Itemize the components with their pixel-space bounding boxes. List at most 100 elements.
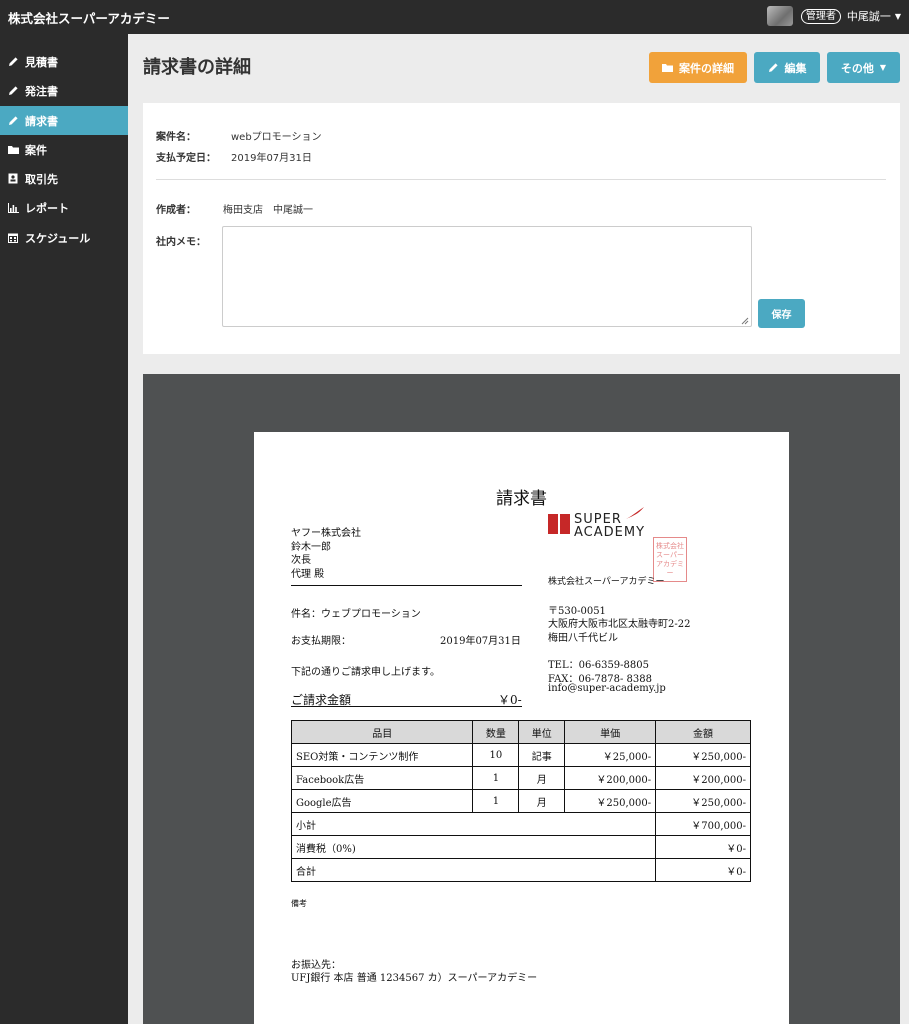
item-unit: 月: [518, 789, 566, 813]
folder-icon: [7, 144, 19, 156]
more-dropdown-button[interactable]: その他 ▼: [827, 52, 900, 83]
issuer-tel: TEL：06-6359-8805: [548, 660, 649, 671]
memo-textarea[interactable]: [222, 226, 752, 327]
sidebar-item-reports[interactable]: レポート: [0, 193, 128, 222]
table-row: Facebook広告 1 月 ￥200,000- ￥200,000-: [290, 766, 751, 790]
tax-value: ￥0-: [655, 835, 751, 859]
recipient-underline: [291, 585, 522, 586]
issuer-address-2: 梅田八千代ビル: [548, 633, 618, 644]
table-header-row: 品目 数量 単位 単価 金額: [290, 720, 751, 744]
sidebar-item-quotes[interactable]: 見積書: [0, 47, 128, 76]
chevron-down-icon[interactable]: ▼: [895, 12, 901, 21]
save-button[interactable]: 保存: [758, 299, 805, 328]
table-row: Google広告 1 月 ￥250,000- ￥250,000-: [290, 789, 751, 813]
invoice-preview: 請求書 ヤフー株式会社 鈴木一郎 次長 代理 殿 件名：ウェブプロモーション お…: [143, 374, 900, 1024]
invoice-document: 請求書 ヤフー株式会社 鈴木一郎 次長 代理 殿 件名：ウェブプロモーション お…: [254, 432, 789, 1024]
more-label: その他: [840, 61, 874, 75]
total-row: 合計 ￥0-: [290, 858, 751, 882]
payment-deadline-value: 2019年07月31日: [440, 636, 521, 647]
sidebar-item-projects[interactable]: 案件: [0, 135, 128, 164]
total-value: ￥0-: [655, 858, 751, 882]
column-header: 品目: [290, 720, 474, 744]
user-menu[interactable]: 管理者 中尾誠一 ▼: [766, 5, 901, 27]
item-name: Facebook広告: [290, 766, 474, 790]
sidebar-item-label: 取引先: [25, 172, 58, 186]
invoice-title: 請求書: [496, 489, 547, 509]
item-qty: 1: [472, 766, 520, 790]
item-price: ￥200,000-: [564, 766, 657, 790]
sidebar-item-label: 見積書: [25, 55, 58, 69]
sidebar-item-label: 案件: [25, 143, 47, 157]
invoice-info-card: 案件名： webプロモーション 支払予定日： 2019年07月31日 作成者： …: [143, 103, 900, 354]
sidebar-item-invoices[interactable]: 請求書: [0, 106, 128, 135]
folder-icon: [662, 63, 673, 72]
issuer-email: info@super-academy.jp: [548, 683, 666, 694]
sidebar-item-schedule[interactable]: スケジュール: [0, 223, 128, 252]
divider: [156, 179, 886, 180]
edit-label: 編集: [784, 61, 807, 75]
total-label: 合計: [290, 858, 657, 882]
top-bar: 株式会社スーパーアカデミー 管理者 中尾誠一 ▼: [0, 0, 909, 34]
issuer-company: 株式会社スーパーアカデミー: [548, 577, 665, 587]
brand-name[interactable]: 株式会社スーパーアカデミー: [8, 8, 170, 27]
column-header: 単位: [518, 720, 566, 744]
memo-label: 社内メモ：: [156, 237, 206, 248]
issuer-address-1: 大阪府大阪市北区太融寺町2-22: [548, 619, 691, 630]
subtotal-label: 小計: [290, 812, 657, 836]
invoice-subject: 件名：ウェブプロモーション: [291, 609, 421, 620]
tax-row: 消費税（0%) ￥0-: [290, 835, 751, 859]
address-book-icon: [7, 173, 19, 185]
pencil-icon: [768, 63, 778, 72]
column-header: 金額: [655, 720, 751, 744]
item-amount: ￥200,000-: [655, 766, 751, 790]
invoice-items-table: 品目 数量 単位 単価 金額 SEO対策・コンテンツ制作 10 記事 ￥25,0…: [290, 720, 751, 882]
sidebar-item-purchase-orders[interactable]: 発注書: [0, 76, 128, 105]
author-value: 梅田支店 中尾誠一: [223, 205, 313, 216]
subtotal-value: ￥700,000-: [655, 812, 751, 836]
feather-icon: [626, 507, 644, 519]
sidebar-item-label: レポート: [25, 201, 69, 215]
due-date-label: 支払予定日：: [156, 153, 216, 164]
item-price: ￥25,000-: [564, 743, 657, 767]
user-name[interactable]: 中尾誠一: [847, 8, 891, 24]
item-qty: 1: [472, 789, 520, 813]
sidebar-item-label: スケジュール: [25, 231, 91, 245]
avatar[interactable]: [766, 6, 793, 26]
bar-chart-icon: [7, 202, 19, 214]
transfer-account: UFJ銀行 本店 普通 1234567 カ）スーパーアカデミー: [291, 973, 538, 984]
item-name: SEO対策・コンテンツ制作: [290, 743, 474, 767]
recipient-company: ヤフー株式会社: [291, 528, 361, 539]
pencil-icon: [7, 115, 19, 127]
column-header: 単価: [564, 720, 657, 744]
project-details-button[interactable]: 案件の詳細: [649, 52, 747, 83]
project-name-label: 案件名：: [156, 132, 196, 143]
sidebar-item-label: 請求書: [25, 114, 58, 128]
edit-button[interactable]: 編集: [754, 52, 820, 83]
remarks-label: 備考: [291, 899, 307, 908]
seal-text: 株式会社スーパーアカデミー: [656, 541, 684, 577]
recipient-title: 次長: [291, 555, 311, 566]
item-qty: 10: [472, 743, 520, 767]
role-badge: 管理者: [800, 8, 841, 24]
resize-grip-icon[interactable]: [741, 317, 749, 325]
logo-text-academy: ACADEMY: [574, 525, 646, 540]
author-label: 作成者：: [156, 205, 196, 216]
project-details-label: 案件の詳細: [679, 61, 734, 75]
item-unit: 月: [518, 766, 566, 790]
amount-underline: [291, 706, 522, 707]
sidebar-item-label: 発注書: [25, 84, 58, 98]
item-unit: 記事: [518, 743, 566, 767]
page-title: 請求書の詳細: [143, 57, 251, 78]
item-amount: ￥250,000-: [655, 743, 751, 767]
sidebar: 見積書 発注書 請求書 案件 取引先 レポート スケジュール: [0, 34, 128, 1024]
project-name-value: webプロモーション: [231, 132, 322, 143]
pencil-icon: [7, 56, 19, 68]
pencil-icon: [7, 85, 19, 97]
sidebar-item-clients[interactable]: 取引先: [0, 164, 128, 193]
recipient-honorific: 代理 殿: [291, 569, 325, 580]
tax-label: 消費税（0%): [290, 835, 657, 859]
due-date-value: 2019年07月31日: [231, 153, 312, 164]
item-amount: ￥250,000-: [655, 789, 751, 813]
company-logo-icon: [548, 514, 570, 534]
invoice-note: 下記の通りご請求申し上げます。: [291, 667, 440, 678]
